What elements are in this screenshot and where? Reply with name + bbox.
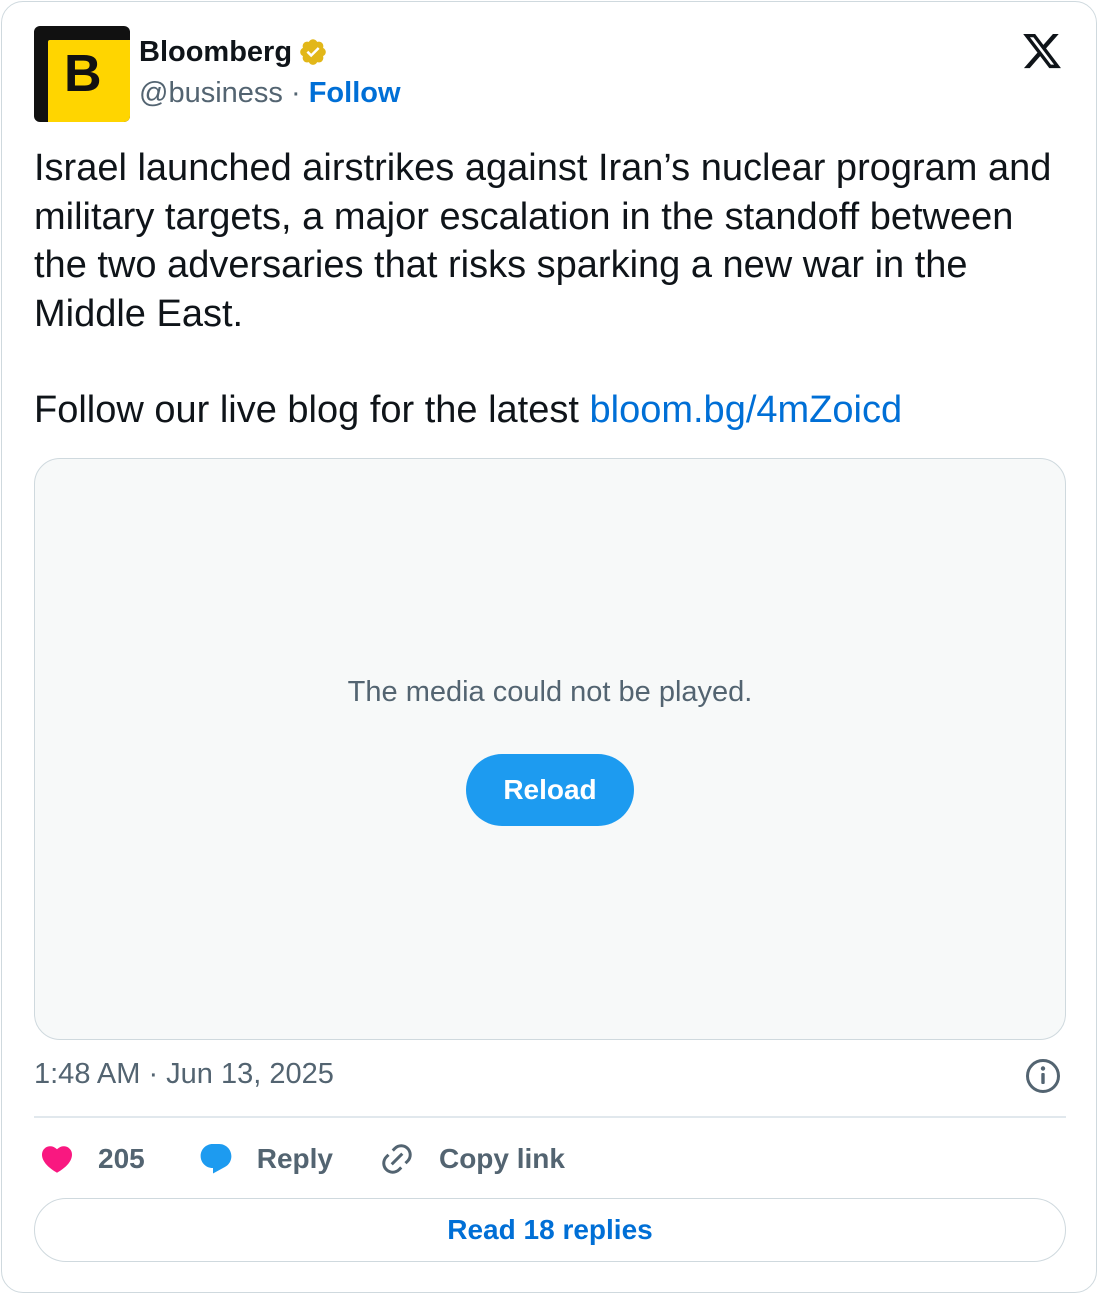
speech-bubble-icon: [200, 1144, 232, 1174]
reply-label: Reply: [256, 1143, 333, 1174]
tweet-link[interactable]: bloom.bg/4mZoicd: [590, 389, 903, 431]
copy-link-button[interactable]: Copy link: [379, 1141, 565, 1177]
tweet-paragraph-2: Follow our live blog for the latest bloo…: [34, 386, 1064, 435]
reply-button[interactable]: Reply: [197, 1141, 333, 1177]
info-icon[interactable]: [1025, 1058, 1061, 1094]
tweet-paragraph-2-text: Follow our live blog for the latest: [34, 389, 590, 431]
media-error-message: The media could not be played.: [347, 676, 753, 708]
like-count: 205: [98, 1143, 145, 1174]
media-container: [34, 458, 1066, 1040]
author-name[interactable]: Bloomberg: [139, 34, 292, 70]
tweet-paragraph-1: Israel launched airstrikes against Iran’…: [34, 147, 1052, 335]
author-handle-row: @business · Follow: [139, 75, 401, 111]
like-button[interactable]: 205: [38, 1141, 145, 1177]
author-handle[interactable]: @business: [139, 77, 283, 109]
avatar[interactable]: B: [34, 26, 130, 122]
handle-separator: ·: [290, 77, 301, 109]
tweet-text: Israel launched airstrikes against Iran’…: [34, 144, 1064, 435]
reload-button[interactable]: Reload: [466, 754, 634, 826]
link-icon: [382, 1144, 412, 1174]
follow-button[interactable]: Follow: [309, 77, 401, 109]
divider: [34, 1116, 1066, 1118]
timestamp[interactable]: 1:48 AM · Jun 13, 2025: [34, 1056, 334, 1092]
avatar-letter: B: [64, 45, 102, 103]
action-bar: 205 Reply Copy link: [34, 1137, 565, 1181]
heart-icon: [41, 1146, 73, 1173]
author-name-row[interactable]: Bloomberg: [139, 34, 328, 70]
x-logo-icon[interactable]: [1020, 30, 1064, 72]
copy-link-label: Copy link: [438, 1143, 565, 1174]
verified-badge-icon: [300, 39, 326, 65]
read-replies-button[interactable]: Read 18 replies: [34, 1198, 1066, 1262]
